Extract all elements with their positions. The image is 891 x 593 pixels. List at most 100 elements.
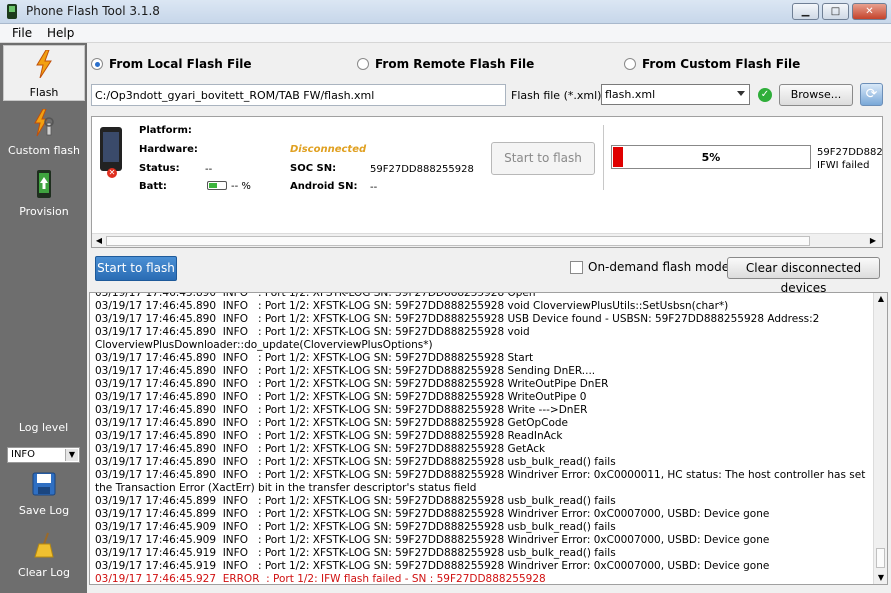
scroll-up-icon[interactable]: ▲ [875, 293, 887, 305]
device-phone-icon [100, 127, 122, 171]
broom-icon [34, 532, 54, 558]
browse-button[interactable]: Browse... [779, 84, 853, 106]
android-sn-label: Android SN: [290, 181, 358, 192]
window-title: Phone Flash Tool 3.1.8 [26, 4, 160, 18]
log-level-label: Log level [18, 421, 69, 434]
radio-indicator [91, 58, 103, 70]
error-badge-icon: ✕ [107, 168, 117, 178]
device-sn: 59F27DD882 [817, 147, 883, 158]
device-result: IFWI failed [817, 160, 870, 171]
android-sn-value: -- [370, 182, 378, 193]
refresh-icon: ⟳ [865, 86, 878, 102]
title-bar: Phone Flash Tool 3.1.8 ▁ □ ✕ [0, 0, 891, 24]
scroll-right-icon[interactable]: ▶ [867, 235, 879, 247]
sidebar-item-provision[interactable]: Provision [3, 167, 85, 219]
minimize-button[interactable]: ▁ [792, 3, 819, 20]
soc-sn-value: 59F27DD888255928 [370, 164, 474, 175]
sidebar-item-label: Flash [29, 86, 59, 99]
maximize-button[interactable]: □ [822, 3, 849, 20]
save-log-button[interactable]: Save Log [3, 470, 85, 522]
provision-icon [37, 170, 51, 198]
menu-bar: File Help [0, 24, 891, 43]
battery-icon [207, 181, 227, 190]
radio-label: From Remote Flash File [375, 57, 535, 71]
radio-local-flash[interactable]: From Local Flash File [91, 57, 291, 72]
log-level-select[interactable]: INFO ▼ [7, 447, 80, 463]
device-start-flash-button[interactable]: Start to flash [491, 142, 595, 175]
hardware-label: Hardware: [139, 144, 198, 155]
log-line: 03/19/17 17:46:45.890 INFO : Port 1/2: X… [95, 417, 569, 429]
log-line: 03/19/17 17:46:45.890 INFO : Port 1/2: X… [95, 292, 536, 299]
radio-remote-flash[interactable]: From Remote Flash File [357, 57, 557, 72]
log-line: 03/19/17 17:46:45.890 INFO : Port 1/2: X… [95, 430, 563, 442]
device-panel: ✕ Platform: Hardware: Status: -- Batt: -… [91, 116, 883, 248]
batt-value: -- % [231, 181, 251, 192]
log-line: 03/19/17 17:46:45.890 INFO : Port 1/2: X… [95, 300, 729, 312]
log-line: 03/19/17 17:46:45.927 ERROR : Port 1/2: … [95, 573, 546, 585]
flash-file-label: Flash file (*.xml): [511, 89, 606, 102]
sidebar-item-label: Provision [19, 205, 69, 218]
flash-path-input[interactable]: C:/Op3ndott_gyari_bovitett_ROM/TAB FW/fl… [91, 84, 506, 106]
horizontal-scrollbar[interactable]: ◀ ▶ [92, 233, 882, 247]
radio-custom-flash[interactable]: From Custom Flash File [624, 57, 824, 72]
scrollbar-thumb[interactable] [106, 236, 810, 246]
save-log-label: Save Log [18, 504, 70, 517]
radio-indicator [624, 58, 636, 70]
scrollbar-thumb[interactable] [876, 548, 885, 568]
radio-label: From Custom Flash File [642, 57, 801, 71]
flash-file-select[interactable]: flash.xml [601, 84, 750, 105]
scroll-down-icon[interactable]: ▼ [875, 572, 887, 584]
radio-indicator [357, 58, 369, 70]
connection-status: Disconnected [290, 144, 367, 155]
log-line: 03/19/17 17:46:45.919 INFO : Port 1/2: X… [95, 560, 770, 572]
flash-progress-bar: 5% [611, 145, 811, 169]
on-demand-label: On-demand flash mode [588, 260, 730, 274]
sidebar-item-custom-flash[interactable]: Custom flash [3, 107, 85, 159]
log-line: 03/19/17 17:46:45.919 INFO : Port 1/2: X… [95, 547, 616, 559]
log-level-value: INFO [11, 449, 36, 460]
platform-label: Platform: [139, 125, 192, 136]
check-ok-icon: ✓ [758, 88, 772, 102]
menu-file[interactable]: File [12, 26, 32, 40]
progress-percent: 5% [701, 151, 721, 164]
log-line: 03/19/17 17:46:45.890 INFO : Port 1/2: X… [95, 443, 546, 455]
custom-flash-icon [34, 109, 54, 137]
divider [603, 125, 604, 190]
radio-label: From Local Flash File [109, 57, 252, 71]
clear-log-label: Clear Log [18, 566, 70, 579]
checkbox-box [570, 261, 583, 274]
phone-app-icon [7, 4, 17, 19]
chevron-down-icon: ▼ [65, 449, 78, 461]
clear-log-button[interactable]: Clear Log [3, 530, 85, 582]
refresh-button[interactable]: ⟳ [860, 83, 883, 106]
log-line: 03/19/17 17:46:45.909 INFO : Port 1/2: X… [95, 534, 770, 546]
vertical-scrollbar[interactable]: ▲ ▼ [873, 293, 887, 584]
log-line: 03/19/17 17:46:45.890 INFO : Port 1/2: X… [95, 352, 534, 364]
log-line: 03/19/17 17:46:45.909 INFO : Port 1/2: X… [95, 521, 616, 533]
menu-help[interactable]: Help [47, 26, 74, 40]
close-button[interactable]: ✕ [852, 3, 887, 20]
log-line: 03/19/17 17:46:45.890 INFO : Port 1/2: X… [95, 378, 609, 390]
save-icon [32, 472, 56, 496]
flash-file-value: flash.xml [605, 88, 656, 101]
log-line: 03/19/17 17:46:45.890 INFO : Port 1/2: X… [95, 365, 596, 377]
sidebar-item-label: Custom flash [7, 144, 80, 157]
log-line: 03/19/17 17:46:45.899 INFO : Port 1/2: X… [95, 495, 616, 507]
scroll-left-icon[interactable]: ◀ [93, 235, 105, 247]
status-label: Status: [139, 163, 180, 174]
start-flash-button[interactable]: Start to flash [95, 256, 177, 281]
flash-icon [36, 50, 52, 78]
soc-sn-label: SOC SN: [290, 163, 337, 174]
status-value: -- [205, 164, 213, 175]
sidebar: Flash Custom flash Provision Log level I… [0, 43, 87, 593]
log-line: 03/19/17 17:46:45.890 INFO : Port 1/2: X… [95, 326, 534, 351]
clear-disconnected-button[interactable]: Clear disconnected devices [727, 257, 880, 295]
log-panel[interactable]: 03/19/17 17:46:45.890 INFO : Port 1/2: X… [89, 292, 888, 585]
sidebar-item-flash[interactable]: Flash [3, 45, 85, 101]
log-line: 03/19/17 17:46:45.890 INFO : Port 1/2: X… [95, 456, 616, 468]
log-line: 03/19/17 17:46:45.890 INFO : Port 1/2: X… [95, 391, 587, 403]
log-line: 03/19/17 17:46:45.890 INFO : Port 1/2: X… [95, 404, 588, 416]
batt-label: Batt: [139, 181, 167, 192]
log-line: 03/19/17 17:46:45.890 INFO : Port 1/2: X… [95, 313, 820, 325]
log-line: 03/19/17 17:46:45.899 INFO : Port 1/2: X… [95, 508, 770, 520]
